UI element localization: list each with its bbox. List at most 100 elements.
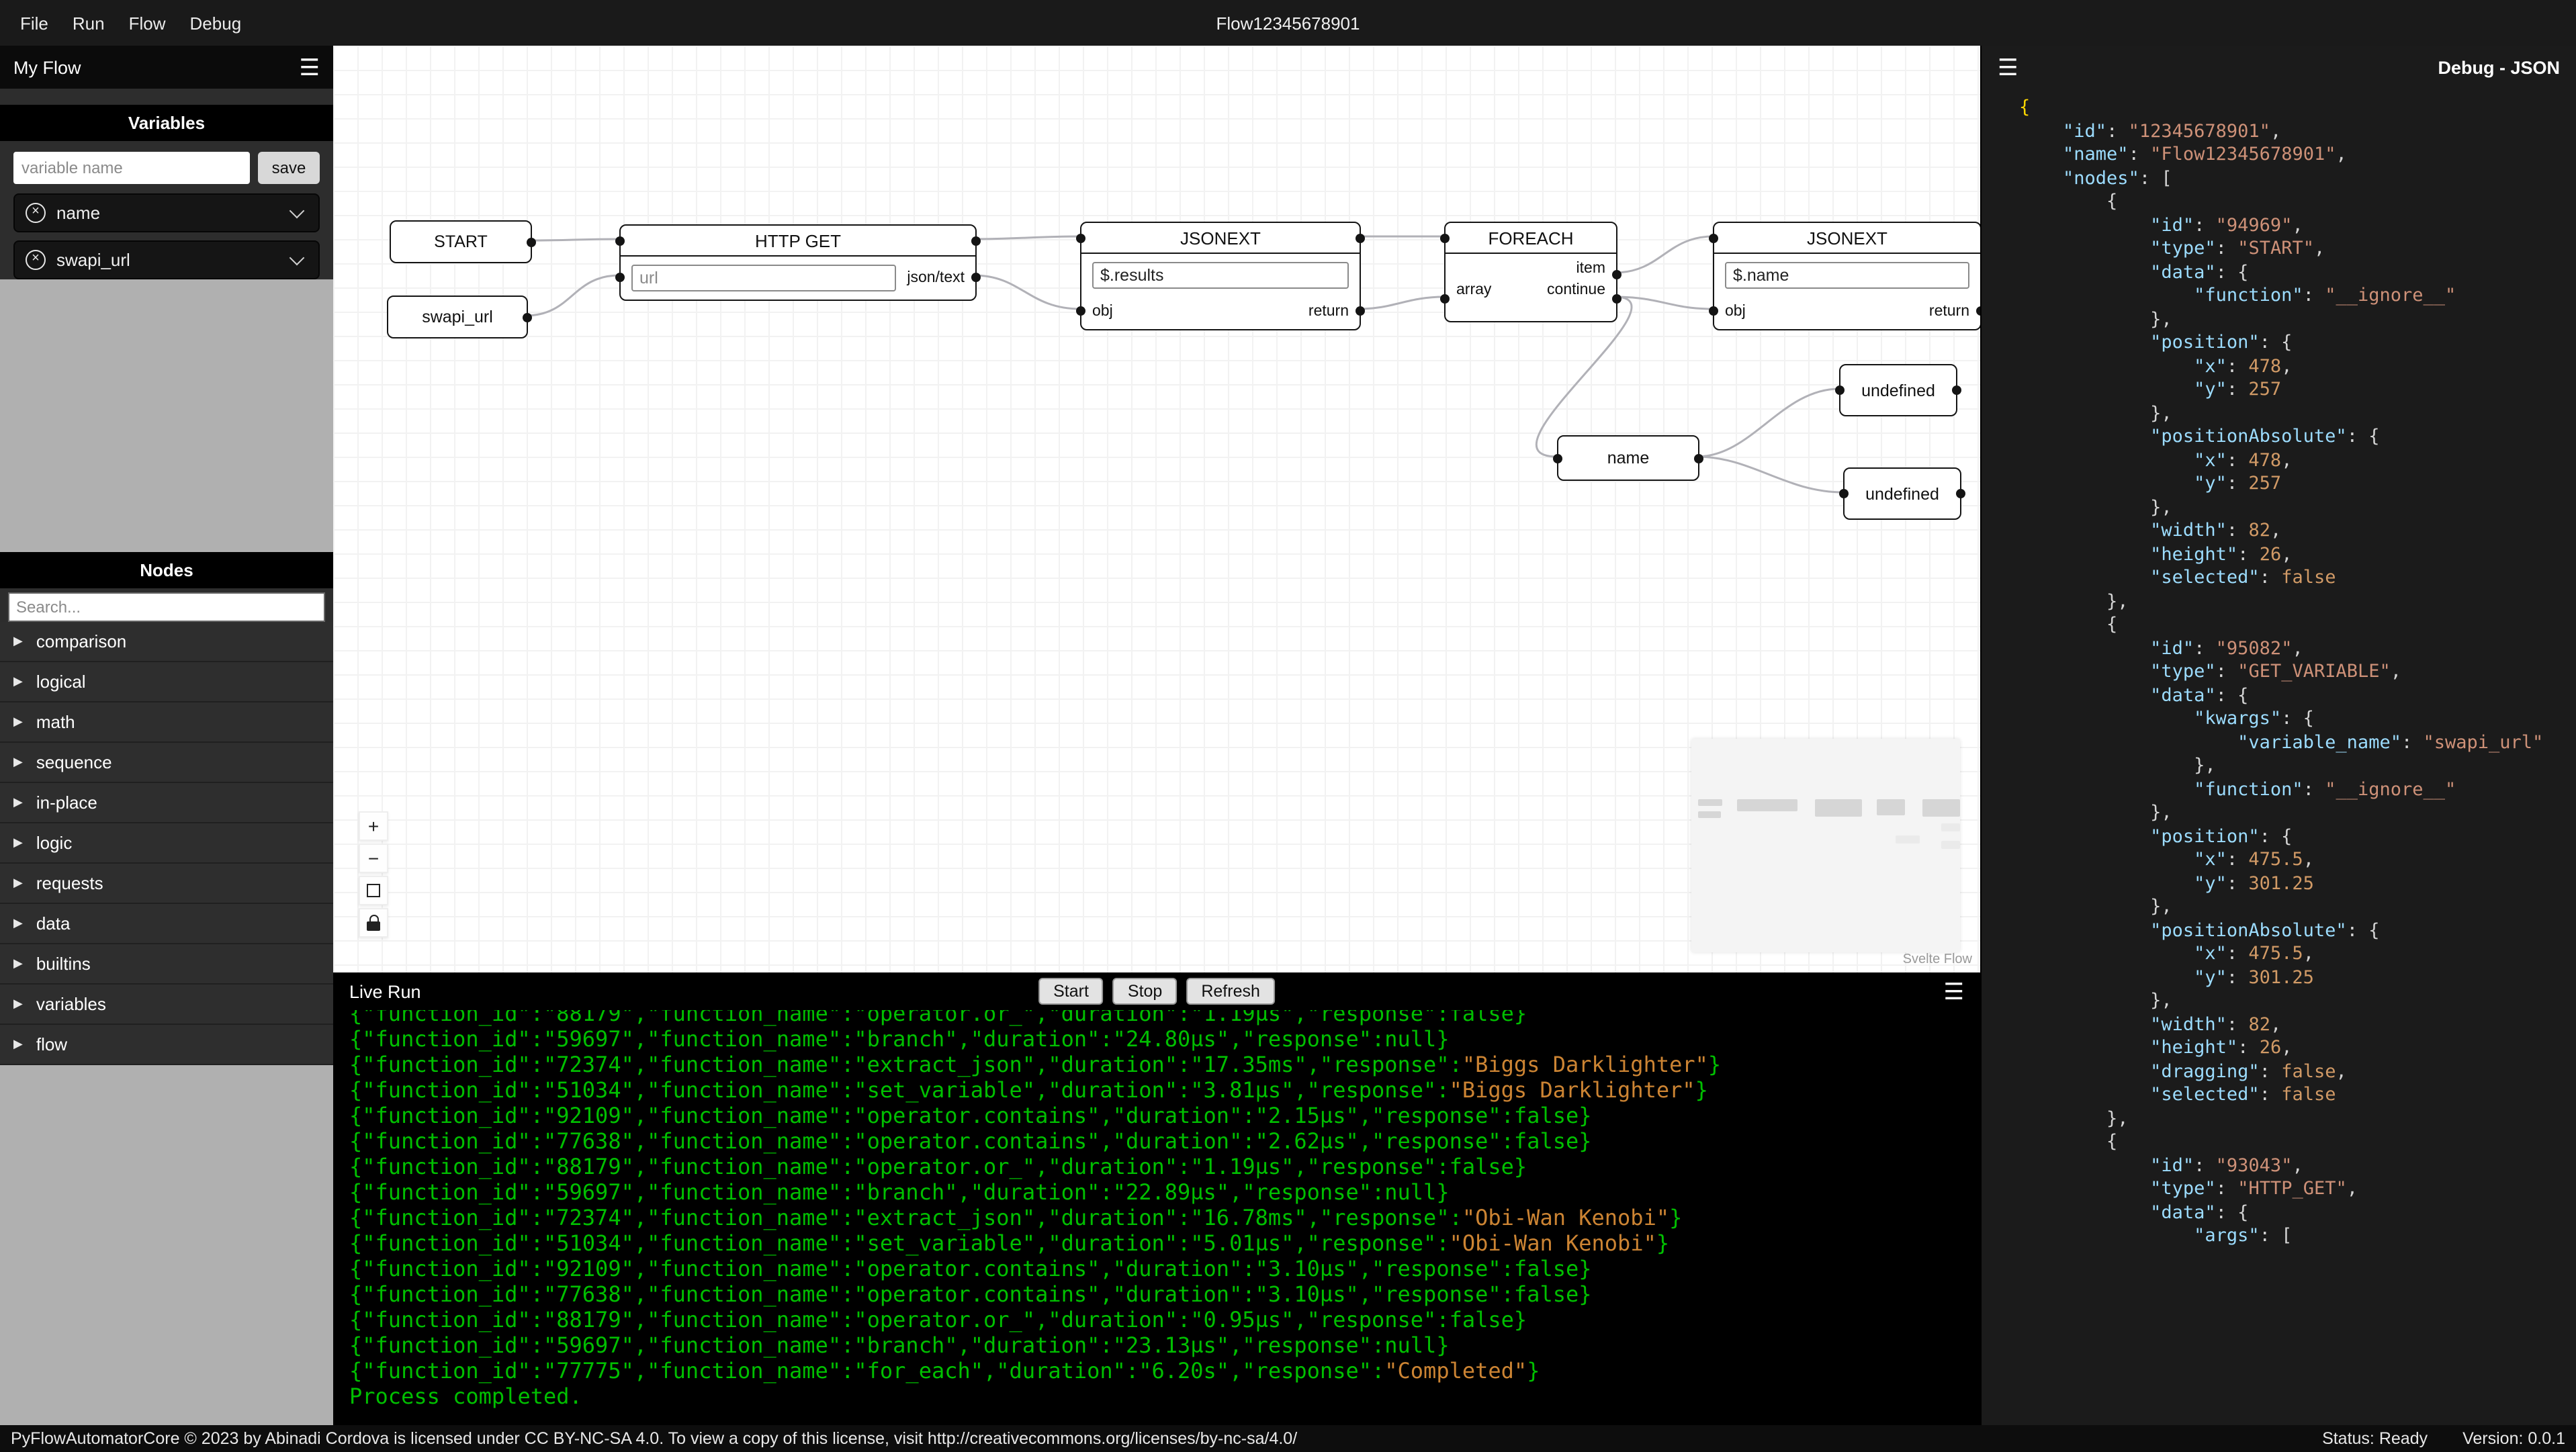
chevron-down-icon[interactable] bbox=[289, 203, 305, 219]
debug-json-line: "selected": false bbox=[2150, 1084, 2336, 1105]
handle-exec-in[interactable] bbox=[1076, 233, 1085, 242]
menu-item-flow[interactable]: Flow bbox=[117, 13, 178, 33]
minimap[interactable] bbox=[1691, 739, 1960, 952]
node-undefined-1[interactable]: undefined bbox=[1835, 364, 1961, 416]
node-swapi-url[interactable]: swapi_url bbox=[387, 296, 532, 338]
start-button[interactable]: Start bbox=[1038, 978, 1104, 1005]
node-start[interactable]: START bbox=[390, 220, 536, 263]
remove-variable-icon[interactable]: × bbox=[26, 250, 46, 270]
live-run-hamburger-icon[interactable]: ☰ bbox=[1944, 980, 1965, 1003]
menu-item-file[interactable]: File bbox=[8, 13, 60, 33]
node-foreach-title: FOREACH bbox=[1446, 223, 1616, 254]
url-input[interactable] bbox=[631, 265, 897, 291]
handle-exec-out[interactable] bbox=[971, 236, 981, 245]
node-jsonext-results[interactable]: JSONEXT obj return bbox=[1076, 222, 1365, 330]
node-category-logical[interactable]: ▶ logical bbox=[0, 662, 333, 702]
svelte-flow-attribution: Svelte Flow bbox=[1902, 952, 1972, 967]
save-button[interactable]: save bbox=[258, 152, 320, 184]
debug-json-line: "x": 478, bbox=[2194, 449, 2293, 471]
variable-chip-swapi_url[interactable]: × swapi_url bbox=[13, 240, 320, 279]
debug-json-line: "variable_name": "swapi_url" bbox=[2237, 731, 2544, 753]
node-category-math[interactable]: ▶ math bbox=[0, 702, 333, 743]
node-category-comparison[interactable]: ▶ comparison bbox=[0, 622, 333, 662]
handle-json-out[interactable] bbox=[971, 272, 981, 281]
expand-arrow-icon: ▶ bbox=[13, 876, 23, 889]
node-search bbox=[8, 592, 325, 622]
edge[interactable] bbox=[1696, 388, 1840, 458]
menu-item-run[interactable]: Run bbox=[60, 13, 117, 33]
node-foreach[interactable]: FOREACH item array continue bbox=[1440, 222, 1622, 322]
console-line: {"function_id":"59697","function_name":"… bbox=[349, 1332, 1450, 1358]
handle-target[interactable] bbox=[1553, 453, 1562, 463]
node-category-logic[interactable]: ▶ logic bbox=[0, 823, 333, 864]
jsonpath-input[interactable] bbox=[1092, 262, 1349, 289]
handle-target[interactable] bbox=[1835, 385, 1845, 395]
handle-source[interactable] bbox=[1952, 385, 1961, 395]
remove-variable-icon[interactable]: × bbox=[26, 203, 46, 223]
debug-json-line: "width": 82, bbox=[2150, 1013, 2282, 1035]
node-jsonext-name[interactable]: JSONEXT obj return bbox=[1709, 222, 1980, 330]
minimap-node bbox=[1896, 835, 1920, 844]
handle-target[interactable] bbox=[1839, 489, 1849, 498]
handle-source[interactable] bbox=[1694, 453, 1703, 463]
console-line: {"function_id":"92109","function_name":"… bbox=[349, 1103, 1592, 1128]
category-label: sequence bbox=[36, 752, 112, 772]
jsonpath-input[interactable] bbox=[1725, 262, 1969, 289]
refresh-button[interactable]: Refresh bbox=[1186, 978, 1275, 1005]
flow-canvas[interactable]: START swapi_url HTTP GET json/text JSONE… bbox=[333, 46, 1980, 972]
handle-url-in[interactable] bbox=[615, 272, 625, 281]
zoom-in-button[interactable]: + bbox=[359, 811, 388, 841]
node-category-requests[interactable]: ▶ requests bbox=[0, 864, 333, 904]
node-category-sequence[interactable]: ▶ sequence bbox=[0, 743, 333, 783]
console-line: {"function_id":"59697","function_name":"… bbox=[349, 1026, 1450, 1052]
node-search-input[interactable] bbox=[8, 592, 325, 622]
handle-obj-in[interactable] bbox=[1709, 306, 1718, 315]
handle-source[interactable] bbox=[527, 237, 536, 246]
debug-hamburger-icon[interactable]: ☰ bbox=[1998, 56, 2018, 79]
debug-json-line: "y": 301.25 bbox=[2194, 966, 2314, 988]
node-category-flow[interactable]: ▶ flow bbox=[0, 1025, 333, 1065]
node-undefined-2[interactable]: undefined bbox=[1839, 467, 1965, 520]
handle-return-out[interactable] bbox=[1356, 306, 1365, 315]
lock-button[interactable] bbox=[359, 908, 388, 938]
category-label: variables bbox=[36, 994, 106, 1014]
debug-panel: ☰ Debug - JSON { "id": "12345678901", "n… bbox=[1980, 46, 2576, 1425]
node-category-data[interactable]: ▶ data bbox=[0, 904, 333, 944]
node-name[interactable]: name bbox=[1553, 435, 1703, 481]
zoom-out-button[interactable]: − bbox=[359, 844, 388, 873]
handle-source[interactable] bbox=[1956, 489, 1965, 498]
edge[interactable] bbox=[529, 238, 620, 242]
variable-name-input[interactable] bbox=[13, 152, 250, 184]
handle-exec-in[interactable] bbox=[1709, 233, 1718, 242]
handle-exec-out[interactable] bbox=[1356, 233, 1365, 242]
menu-item-debug[interactable]: Debug bbox=[178, 13, 254, 33]
sidebar-hamburger-icon[interactable]: ☰ bbox=[300, 56, 320, 79]
debug-json-line: "x": 475.5, bbox=[2194, 943, 2314, 964]
debug-json-line: }, bbox=[2019, 590, 2129, 612]
handle-source[interactable] bbox=[523, 312, 532, 322]
fit-view-button[interactable] bbox=[359, 876, 388, 905]
node-category-variables[interactable]: ▶ variables bbox=[0, 985, 333, 1025]
edge[interactable] bbox=[1358, 296, 1445, 310]
handle-obj-in[interactable] bbox=[1076, 306, 1085, 315]
handle-exec-in[interactable] bbox=[615, 236, 625, 245]
node-http-get[interactable]: HTTP GET json/text bbox=[615, 224, 981, 301]
edge[interactable] bbox=[973, 274, 1081, 310]
edge[interactable] bbox=[973, 235, 1081, 240]
edge[interactable] bbox=[1696, 455, 1844, 494]
edge[interactable] bbox=[1614, 235, 1714, 274]
chevron-down-icon[interactable] bbox=[289, 250, 305, 266]
edge[interactable] bbox=[1614, 296, 1714, 310]
handle-array-in[interactable] bbox=[1440, 293, 1450, 303]
stop-button[interactable]: Stop bbox=[1112, 978, 1178, 1005]
node-category-in-place[interactable]: ▶ in-place bbox=[0, 783, 333, 823]
handle-continue-out[interactable] bbox=[1612, 293, 1622, 303]
variable-chip-name[interactable]: × name bbox=[13, 193, 320, 232]
window-title: Flow12345678901 bbox=[1216, 13, 1360, 33]
console-line: {"function_id":"77638","function_name":"… bbox=[349, 1281, 1592, 1307]
handle-exec-in[interactable] bbox=[1440, 233, 1450, 242]
expand-arrow-icon: ▶ bbox=[13, 674, 23, 688]
edge[interactable] bbox=[525, 274, 620, 317]
handle-item-out[interactable] bbox=[1612, 269, 1622, 279]
node-category-builtins[interactable]: ▶ builtins bbox=[0, 944, 333, 985]
